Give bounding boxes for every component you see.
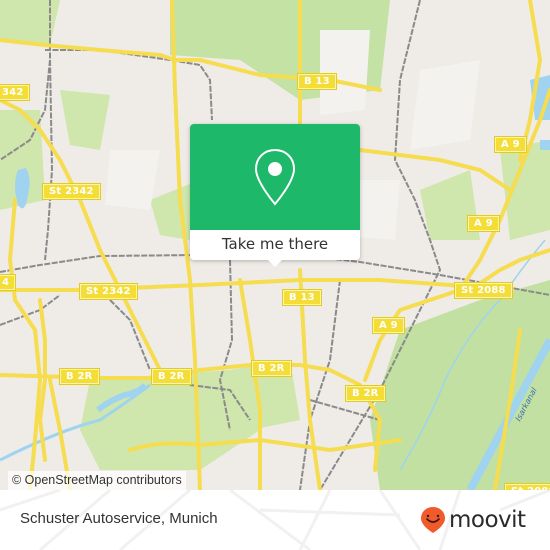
park-area bbox=[60, 90, 110, 150]
road-label-st2342: St 2342 bbox=[79, 283, 138, 300]
road-label-st2342: 342 bbox=[0, 84, 31, 101]
road-st2342 bbox=[0, 278, 492, 292]
road-label-st2342: St 2342 bbox=[42, 183, 101, 200]
road-label-b2r: B 2R bbox=[59, 368, 100, 385]
pond bbox=[540, 140, 550, 150]
popup-header bbox=[190, 124, 360, 230]
area bbox=[410, 60, 480, 150]
road-label-b2r: B 2R bbox=[251, 360, 292, 377]
area bbox=[320, 30, 370, 115]
map-pin-icon bbox=[254, 148, 296, 206]
road-label-b13: B 13 bbox=[297, 73, 337, 90]
location-popup: Take me there bbox=[190, 124, 360, 267]
road-label-b13: B 13 bbox=[282, 289, 322, 306]
road-label-a9: A 9 bbox=[372, 317, 405, 334]
road-label-b2r: B 2R bbox=[151, 368, 192, 385]
popup-pointer bbox=[266, 258, 284, 267]
footer-bar: Schuster Autoservice, Munich moovit bbox=[0, 490, 550, 550]
map-attribution[interactable]: © OpenStreetMap contributors bbox=[8, 471, 186, 490]
map-canvas[interactable]: B 13 342 St 2342 A 9 A 9 St 2342 B 13 St… bbox=[0, 0, 550, 490]
moovit-smiley-pin-icon bbox=[421, 507, 445, 533]
moovit-logo[interactable]: moovit bbox=[420, 505, 526, 535]
road-label-b2r: B 2R bbox=[345, 385, 386, 402]
map-widget: B 13 342 St 2342 A 9 A 9 St 2342 B 13 St… bbox=[0, 0, 550, 550]
road-label-st2088: St 2088 bbox=[454, 282, 513, 299]
road-label-a9: A 9 bbox=[467, 215, 500, 232]
road-label-edge: 4 bbox=[0, 274, 17, 291]
brand-name: moovit bbox=[449, 507, 526, 533]
park-area bbox=[80, 370, 260, 470]
road-label-a9: A 9 bbox=[494, 136, 527, 153]
take-me-there-button[interactable]: Take me there bbox=[190, 230, 360, 260]
place-name: Schuster Autoservice, Munich bbox=[20, 510, 218, 527]
